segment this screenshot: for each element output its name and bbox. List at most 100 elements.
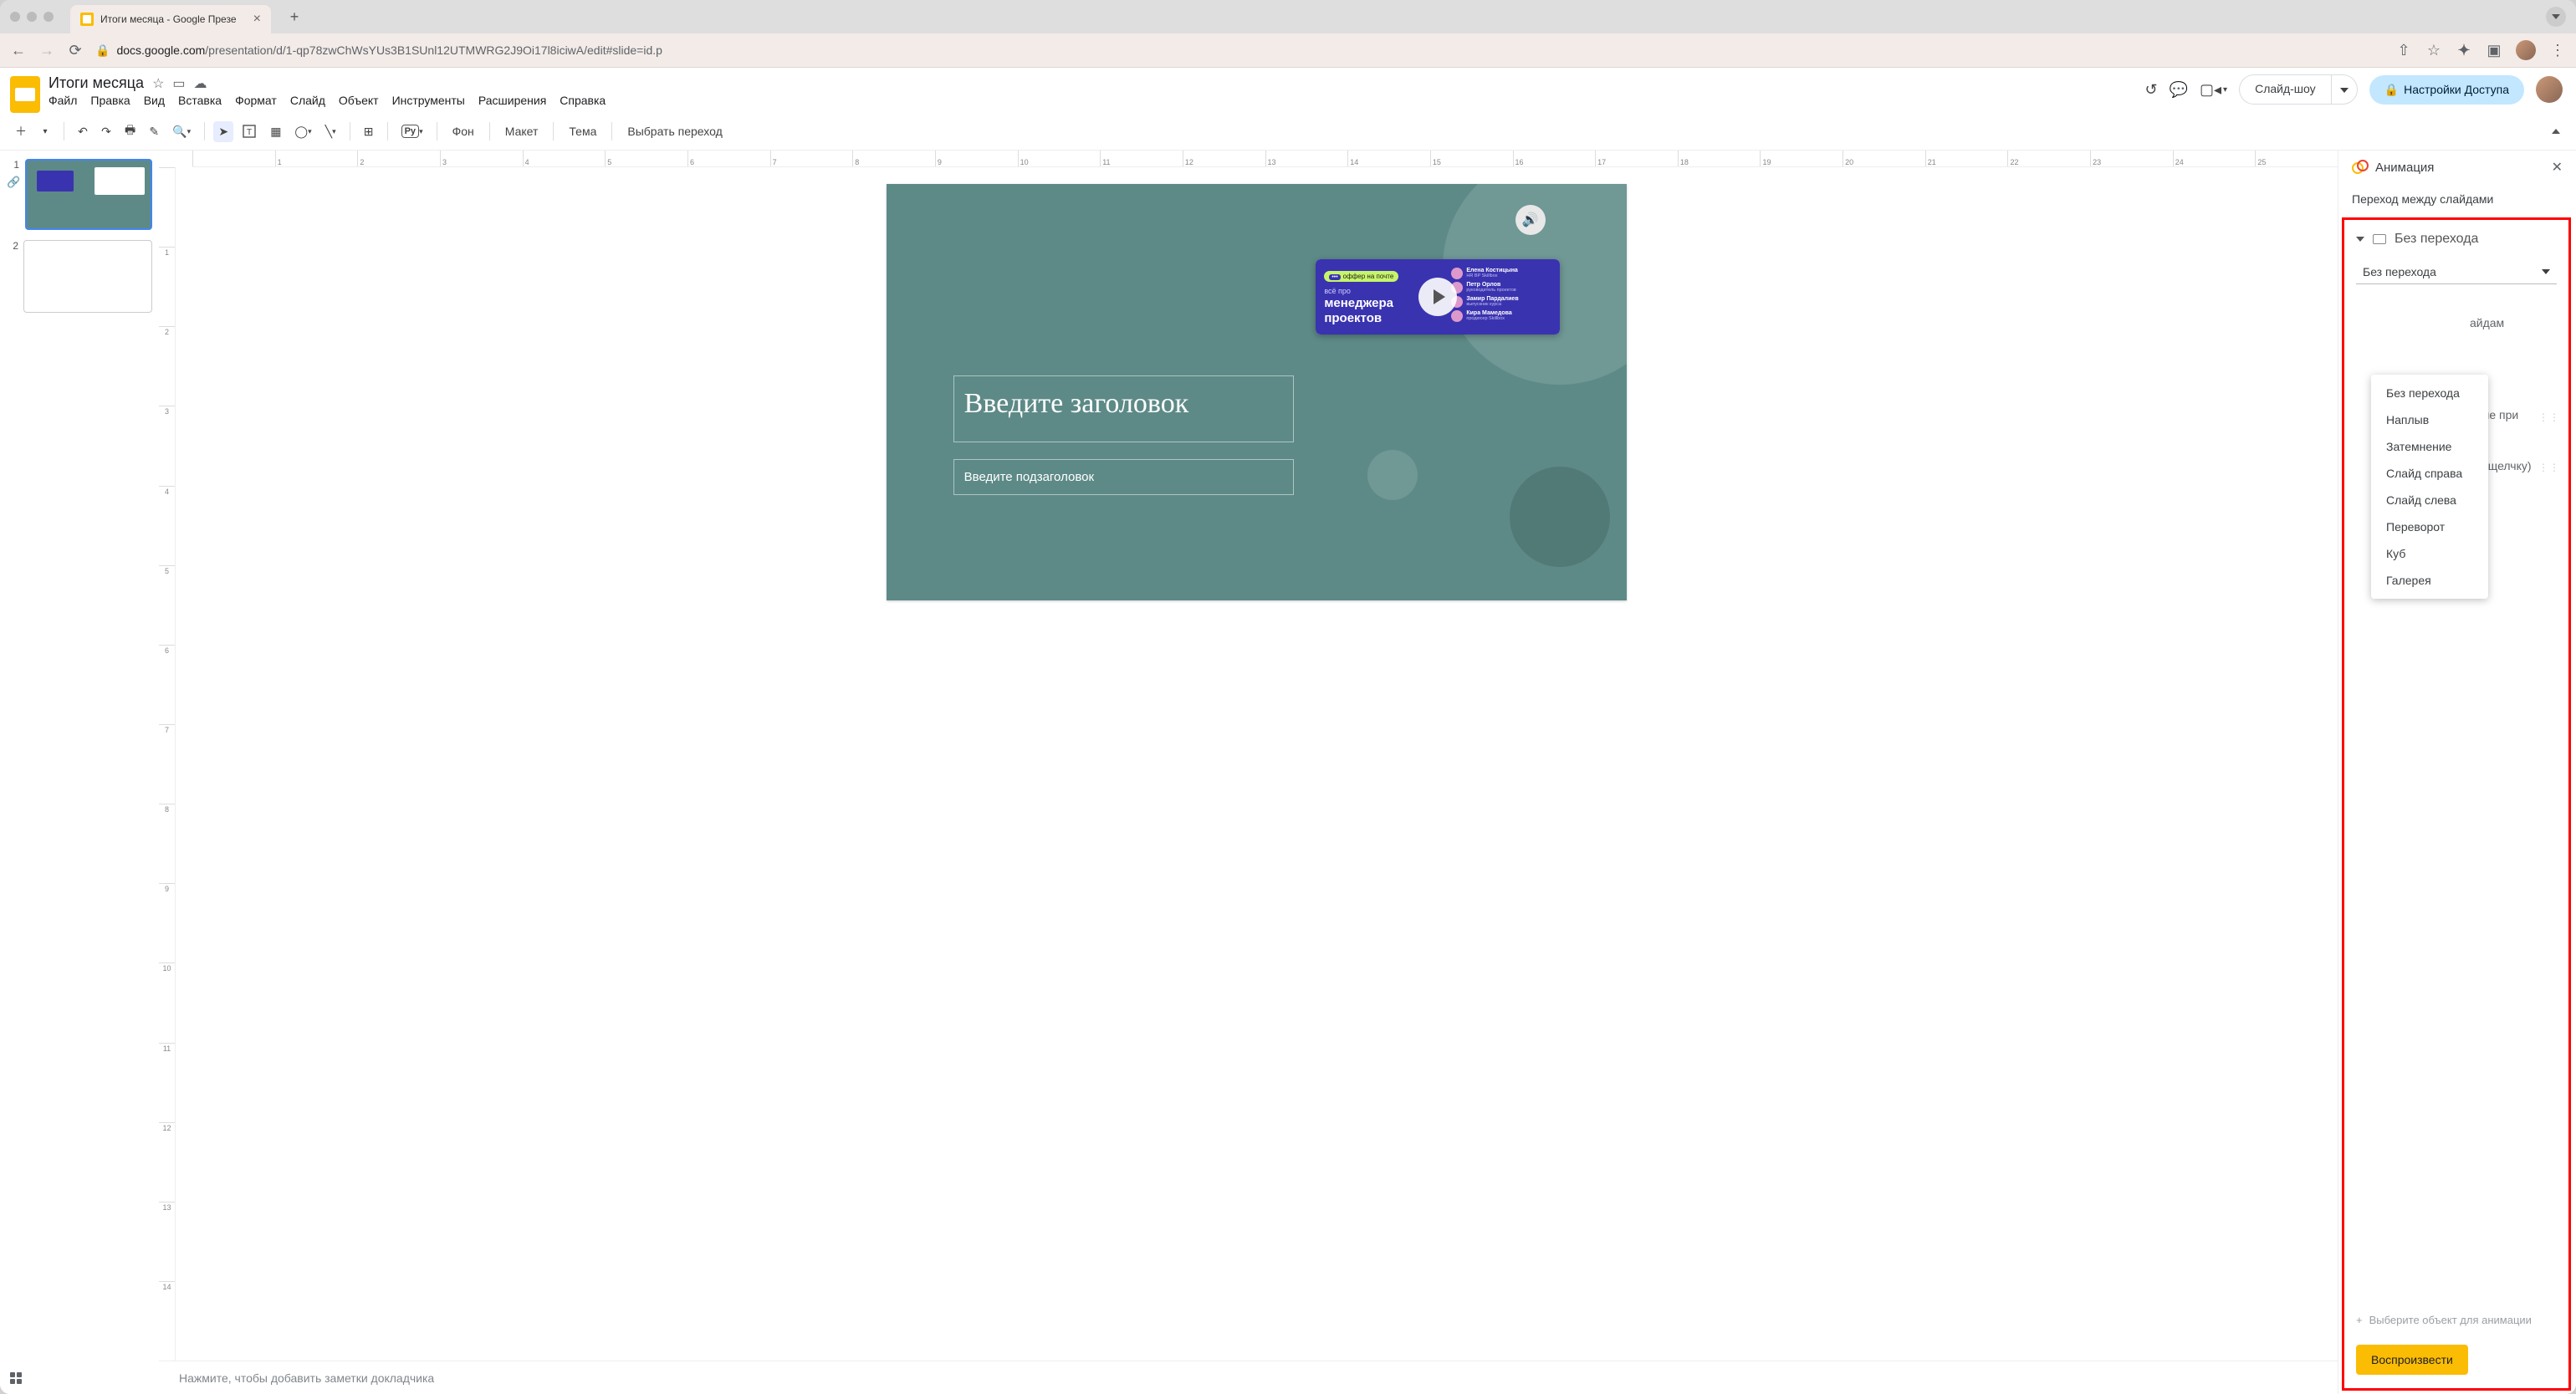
move-folder-icon[interactable]: ▭ (172, 75, 185, 92)
share-button[interactable]: 🔒 Настройки Доступа (2369, 75, 2524, 105)
select-tool[interactable]: ➤ (213, 121, 233, 142)
video-main2: проектов (1324, 312, 1444, 326)
image-tool[interactable]: ▦ (265, 121, 286, 142)
star-icon[interactable]: ☆ (152, 75, 164, 92)
new-slide-dropdown[interactable]: ▾ (35, 124, 55, 140)
url-path: /presentation/d/1-qp78zwChWsYUs3B1SUnl12… (205, 43, 662, 57)
sidepanel-icon[interactable]: ▣ (2486, 42, 2502, 59)
layout-button[interactable]: Макет (498, 121, 545, 141)
video-object[interactable]: •••оффер на почте всё про менеджера прое… (1316, 259, 1560, 334)
subtitle-placeholder[interactable]: Введите подзаголовок (953, 459, 1294, 495)
nav-forward-button[interactable]: → (38, 42, 55, 59)
transition-option[interactable]: Куб (2371, 540, 2488, 567)
extensions-icon[interactable]: ✦ (2456, 42, 2472, 59)
transition-dropdown-menu: Без переходаНаплывЗатемнениеСлайд справа… (2371, 375, 2488, 599)
meet-icon[interactable]: ▢◂ ▾ (2200, 81, 2227, 99)
share-url-icon[interactable]: ⇧ (2395, 42, 2412, 59)
add-animation-row[interactable]: + Выберите объект для анимации (2351, 1307, 2562, 1333)
tabs-overflow-button[interactable] (2546, 7, 2566, 27)
textbox-tool[interactable]: T (237, 120, 262, 142)
history-icon[interactable]: ↺ (2144, 81, 2157, 99)
menu-object[interactable]: Объект (339, 94, 379, 107)
menu-bar: Файл Правка Вид Вставка Формат Слайд Объ… (49, 94, 606, 107)
slideshow-button[interactable]: Слайд-шоу (2239, 74, 2331, 105)
url-field[interactable]: 🔒 docs.google.com/presentation/d/1-qp78z… (95, 43, 2384, 58)
person-role: руководитель проектов (1466, 288, 1515, 293)
play-icon[interactable] (1418, 278, 1457, 316)
transition-row[interactable]: Без перехода (2351, 225, 2562, 253)
comment-tool[interactable]: ⊞ (359, 121, 379, 142)
slides-logo-icon[interactable] (10, 76, 40, 113)
ruler-vertical: 1234567891011121314 (159, 167, 176, 1361)
zoom-button[interactable]: 🔍 ▾ (167, 121, 196, 142)
comments-icon[interactable]: 💬 (2170, 81, 2188, 99)
slide-number: 1 (8, 159, 19, 171)
window-close[interactable] (10, 12, 20, 22)
line-tool[interactable]: ╲ ▾ (320, 121, 341, 142)
nav-reload-button[interactable]: ⟳ (67, 42, 84, 59)
browser-tab[interactable]: Итоги месяца - Google Презе × (70, 5, 271, 33)
browser-menu-icon[interactable]: ⋮ (2549, 42, 2566, 59)
transition-option[interactable]: Галерея (2371, 567, 2488, 594)
transition-option[interactable]: Затемнение (2371, 433, 2488, 460)
account-avatar[interactable] (2536, 76, 2563, 103)
menu-tools[interactable]: Инструменты (392, 94, 465, 107)
redo-button[interactable]: ↷ (96, 121, 116, 142)
shape-tool[interactable]: ◯ ▾ (289, 121, 316, 142)
tab-close-icon[interactable]: × (253, 12, 261, 27)
slide-thumbnail-1[interactable] (25, 159, 152, 230)
plus-icon: + (2356, 1314, 2363, 1326)
paint-format-button[interactable]: ✎ (144, 121, 164, 142)
slide-thumbnail-2[interactable] (23, 240, 152, 313)
menu-view[interactable]: Вид (144, 94, 165, 107)
play-button[interactable]: Воспроизвести (2356, 1345, 2468, 1375)
current-transition: Без перехода (2395, 232, 2478, 247)
slide-canvas-area[interactable]: 🔊 •••оффер на почте всё про менеджера пр… (176, 167, 2338, 1361)
transition-button[interactable]: Выбрать переход (621, 121, 728, 141)
title-placeholder[interactable]: Введите заголовок (953, 375, 1294, 442)
menu-help[interactable]: Справка (560, 94, 606, 107)
obscured-text: айдам (2470, 316, 2504, 329)
explore-button[interactable] (10, 1366, 22, 1384)
panel-section-label: Переход между слайдами (2338, 184, 2576, 214)
undo-button[interactable]: ↶ (73, 121, 93, 142)
avatar-icon (1451, 310, 1463, 322)
decor-circle (1510, 467, 1610, 567)
theme-button[interactable]: Тема (562, 121, 603, 141)
transition-option[interactable]: Переворот (2371, 513, 2488, 540)
transition-option[interactable]: Слайд слева (2371, 487, 2488, 513)
doc-title[interactable]: Итоги месяца (49, 74, 144, 92)
person-row: Замир Пардалиеввыпускник курса (1451, 296, 1551, 308)
collapse-toolbar-button[interactable] (2546, 125, 2566, 137)
audio-icon[interactable]: 🔊 (1515, 205, 1546, 235)
menu-edit[interactable]: Правка (90, 94, 130, 107)
window-max[interactable] (43, 12, 54, 22)
transition-option[interactable]: Наплыв (2371, 406, 2488, 433)
menu-file[interactable]: Файл (49, 94, 77, 107)
slideshow-dropdown[interactable] (2331, 74, 2358, 105)
close-panel-button[interactable]: ✕ (2552, 159, 2563, 176)
slide[interactable]: 🔊 •••оффер на почте всё про менеджера пр… (887, 184, 1627, 600)
menu-insert[interactable]: Вставка (178, 94, 222, 107)
bookmark-icon[interactable]: ☆ (2425, 42, 2442, 59)
new-slide-button[interactable]: ＋ (10, 120, 32, 143)
new-tab-button[interactable]: + (283, 5, 306, 28)
drag-handle-icon[interactable]: ⋮⋮ (2538, 411, 2560, 423)
menu-format[interactable]: Формат (235, 94, 277, 107)
window-min[interactable] (27, 12, 37, 22)
profile-avatar[interactable] (2516, 40, 2536, 60)
script-tool[interactable]: Py ▾ (396, 121, 428, 141)
transition-dropdown[interactable]: Без перехода (2356, 260, 2557, 284)
drag-handle-icon[interactable]: ⋮⋮ (2538, 462, 2560, 473)
animation-panel: Анимация ✕ Переход между слайдами Без пе… (2338, 151, 2576, 1394)
speaker-notes[interactable]: Нажмите, чтобы добавить заметки докладчи… (159, 1361, 2338, 1394)
print-button[interactable]: 🖶 (120, 118, 141, 145)
background-button[interactable]: Фон (446, 121, 481, 141)
menu-extensions[interactable]: Расширения (478, 94, 546, 107)
menu-slide[interactable]: Слайд (290, 94, 325, 107)
cloud-status-icon[interactable]: ☁ (194, 75, 207, 92)
nav-back-button[interactable]: ← (10, 42, 27, 59)
transition-option[interactable]: Без перехода (2371, 380, 2488, 406)
transition-option[interactable]: Слайд справа (2371, 460, 2488, 487)
person-role: продюсер Skillbox (1466, 316, 1511, 321)
